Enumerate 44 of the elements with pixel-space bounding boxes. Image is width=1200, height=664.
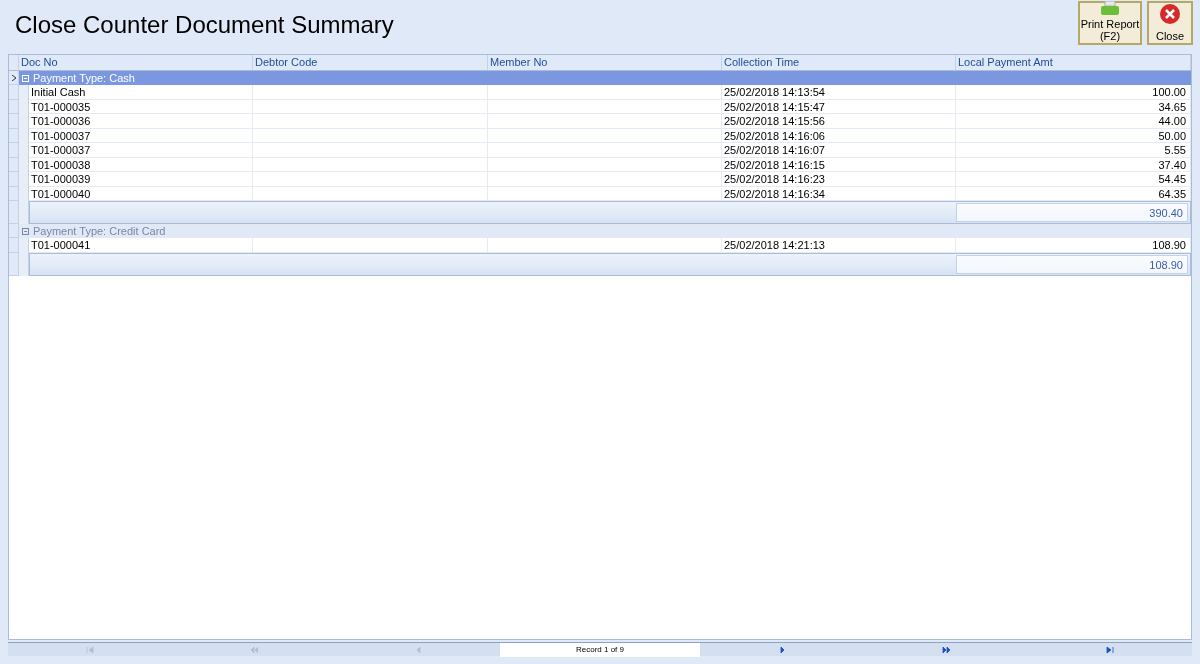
- table-cell: T01-000037: [29, 143, 253, 158]
- table-cell: 25/02/2018 14:15:56: [722, 114, 956, 129]
- table-cell: Initial Cash: [29, 85, 253, 100]
- table-cell: 25/02/2018 14:13:54: [722, 85, 956, 100]
- printer-icon: [1100, 1, 1120, 16]
- table-cell: T01-000041: [29, 238, 253, 253]
- group-total: 390.40: [956, 203, 1188, 222]
- table-cell: 25/02/2018 14:16:23: [722, 172, 956, 187]
- column-header[interactable]: Collection Time: [722, 55, 956, 70]
- row-indent: [19, 85, 29, 100]
- table-cell: 50.00: [956, 128, 1191, 143]
- table-cell: 5.55: [956, 143, 1191, 158]
- table-cell: T01-000038: [29, 157, 253, 172]
- group-total: 108.90: [956, 254, 1188, 274]
- table-cell: T01-000037: [29, 128, 253, 143]
- group-label: Payment Type: Credit Card: [33, 223, 166, 239]
- print-report-button[interactable]: Print Report (F2): [1078, 1, 1142, 45]
- column-header[interactable]: Local Payment Amt: [956, 55, 1191, 70]
- close-button[interactable]: Close: [1147, 1, 1193, 45]
- collapse-icon: [22, 227, 29, 235]
- table-cell: 25/02/2018 14:15:47: [722, 99, 956, 114]
- table-cell: 108.90: [956, 238, 1191, 253]
- table-cell: T01-000039: [29, 172, 253, 187]
- group-label: Payment Type: Cash: [33, 70, 135, 86]
- row-indicator[interactable]: [9, 71, 19, 85]
- table-cell: 37.40: [956, 157, 1191, 172]
- table-cell: 25/02/2018 14:16:07: [722, 143, 956, 158]
- table-cell: 25/02/2018 14:21:13: [722, 238, 956, 253]
- table-cell: 54.45: [956, 172, 1191, 187]
- table-cell: 34.65: [956, 99, 1191, 114]
- table-cell: T01-000035: [29, 99, 253, 114]
- table-cell: 44.00: [956, 114, 1191, 129]
- table-cell: 25/02/2018 14:16:06: [722, 128, 956, 143]
- current-row-icon: [11, 74, 16, 81]
- close-icon: [1159, 3, 1181, 25]
- collapse-icon: [22, 74, 29, 82]
- column-header[interactable]: Member No: [488, 55, 722, 70]
- page-title: Close Counter Document Summary: [15, 10, 394, 40]
- table-cell: T01-000036: [29, 114, 253, 129]
- column-header[interactable]: Doc No: [19, 55, 253, 70]
- table-cell: 25/02/2018 14:16:15: [722, 157, 956, 172]
- table-cell: 100.00: [956, 85, 1191, 100]
- column-header[interactable]: Debtor Code: [253, 55, 488, 70]
- record-counter: Record 1 of 9: [500, 642, 700, 657]
